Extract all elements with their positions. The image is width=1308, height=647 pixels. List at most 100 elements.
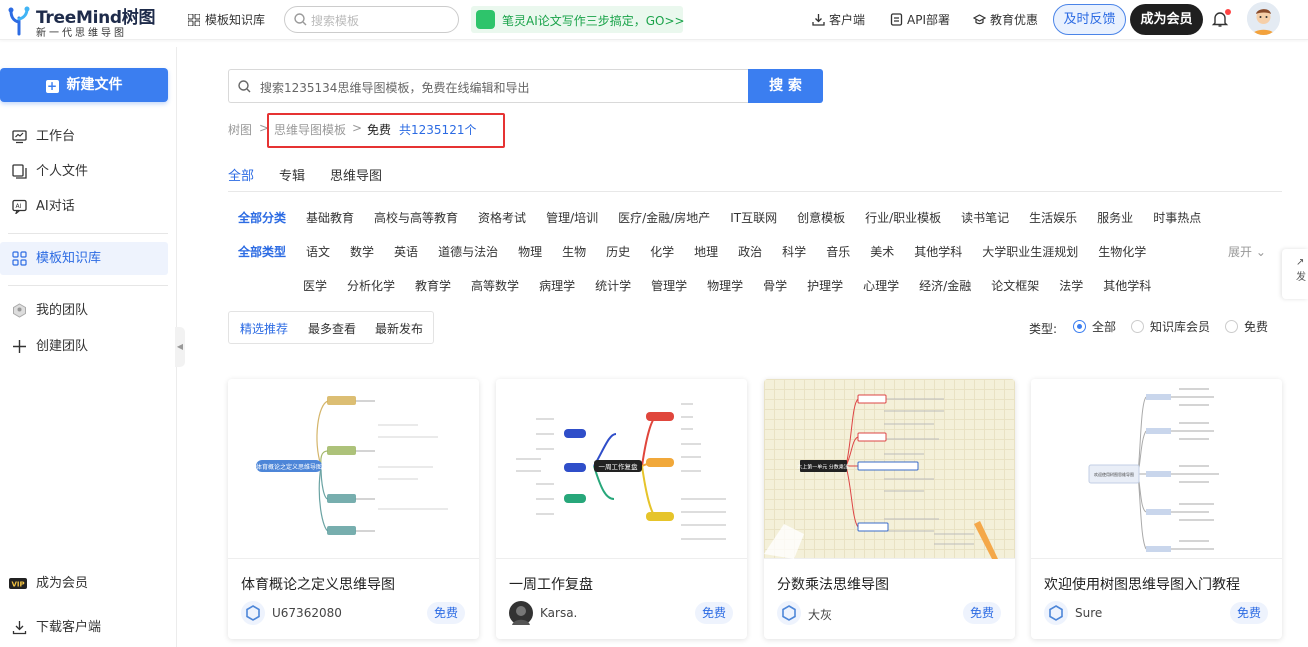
filter-type-item[interactable]: 生物	[562, 243, 586, 260]
filter-type-item[interactable]: 历史	[606, 243, 630, 260]
type-radio-all-label: 全部	[1092, 320, 1117, 334]
filter-type-item[interactable]: 医学	[303, 277, 327, 294]
sidebar-item-workbench[interactable]: 工作台	[0, 120, 168, 153]
filter-type-item[interactable]: 音乐	[826, 243, 850, 260]
client-link[interactable]: 客户端	[812, 11, 865, 28]
card-author[interactable]: U67362080	[272, 606, 342, 620]
breadcrumb-root[interactable]: 树图	[228, 121, 252, 138]
team-icon	[13, 303, 26, 318]
filter-type-item[interactable]: 论文框架	[991, 277, 1039, 294]
notification-bell-icon[interactable]	[1211, 9, 1231, 28]
filter-category-item[interactable]: 读书笔记	[961, 209, 1009, 226]
sort-featured[interactable]: 精选推荐	[240, 320, 288, 337]
template-card[interactable]: 一周工作复盘 一周工作复盘 Karsa. 免费	[496, 379, 747, 639]
become-vip-button[interactable]: 成为会员	[1130, 4, 1203, 35]
filter-type-item[interactable]: 地理	[694, 243, 718, 260]
filter-type-item[interactable]: 英语	[394, 243, 418, 260]
files-icon	[12, 164, 27, 179]
nav-template-library[interactable]: 模板知识库	[188, 11, 265, 28]
tab-albums[interactable]: 专辑	[279, 165, 305, 184]
thumb-center-text: 体育概论之定义思维导图	[256, 463, 322, 471]
search-button[interactable]: 搜 索	[748, 69, 823, 103]
search-icon	[238, 80, 251, 93]
filter-type-item[interactable]: 骨学	[763, 277, 787, 294]
type-radio-free[interactable]: 免费	[1225, 318, 1268, 335]
card-title[interactable]: 分数乘法思维导图	[777, 574, 889, 594]
filter-type-item[interactable]: 管理学	[651, 277, 687, 294]
filter-type-item[interactable]: 物理学	[707, 277, 743, 294]
filter-type-item[interactable]: 分析化学	[347, 277, 395, 294]
filter-type-item[interactable]: 数学	[350, 243, 374, 260]
template-card[interactable]: 欢迎使用树图思维导图 欢迎使用树图思维导图入门教程 Sure 免费	[1031, 379, 1282, 639]
filter-type-item[interactable]: 高等数学	[471, 277, 519, 294]
feedback-button[interactable]: 及时反馈	[1053, 4, 1126, 35]
floating-publish-tab[interactable]: ↗ 发	[1282, 249, 1308, 299]
sidebar-item-ai-chat[interactable]: AI AI对话	[0, 190, 168, 223]
filter-category-item[interactable]: IT互联网	[730, 209, 777, 226]
filter-type-item[interactable]: 病理学	[539, 277, 575, 294]
new-file-button[interactable]: + 新建文件	[0, 68, 168, 102]
sort-most-viewed[interactable]: 最多查看	[308, 320, 356, 337]
tab-all[interactable]: 全部	[228, 165, 254, 184]
treemind-logo[interactable]: TreeMind树图 新一代思维导图	[8, 2, 158, 39]
filter-type-item[interactable]: 道德与法治	[438, 243, 498, 260]
filter-type-item[interactable]: 法学	[1059, 277, 1083, 294]
filter-type-item[interactable]: 科学	[782, 243, 806, 260]
filter-type-item-all[interactable]: 全部类型	[238, 243, 286, 260]
filter-category-item-all[interactable]: 全部分类	[238, 209, 286, 226]
card-title[interactable]: 欢迎使用树图思维导图入门教程	[1044, 574, 1240, 594]
card-title[interactable]: 体育概论之定义思维导图	[241, 574, 395, 594]
edu-link[interactable]: 教育优惠	[973, 11, 1038, 28]
tab-mindmaps[interactable]: 思维导图	[330, 165, 382, 184]
filter-type-item[interactable]: 其他学科	[1103, 277, 1151, 294]
type-radio-all[interactable]: 全部	[1073, 318, 1116, 335]
filter-category-item[interactable]: 基础教育	[306, 209, 354, 226]
filter-category-item[interactable]: 时事热点	[1153, 209, 1201, 226]
sidebar-item-create-team[interactable]: 创建团队	[0, 330, 168, 363]
filter-type-item[interactable]: 美术	[870, 243, 894, 260]
header-search-placeholder: 搜索模板	[311, 14, 360, 28]
filter-type-item[interactable]: 大学职业生涯规划	[982, 243, 1078, 260]
card-author[interactable]: Karsa.	[540, 606, 577, 620]
sidebar-item-personal-files[interactable]: 个人文件	[0, 155, 168, 188]
filter-type-item[interactable]: 经济/金融	[919, 277, 971, 294]
filter-type-item[interactable]: 政治	[738, 243, 762, 260]
template-card[interactable]: 体育概论之定义思维导图 体育概论之定义思维导图 U67362080 免费	[228, 379, 479, 639]
filter-type-item[interactable]: 语文	[306, 243, 330, 260]
card-title[interactable]: 一周工作复盘	[509, 574, 593, 594]
type-radio-member[interactable]: 知识库会员	[1131, 318, 1210, 335]
sidebar-item-template-library[interactable]: 模板知识库	[0, 242, 168, 275]
filter-category-item[interactable]: 服务业	[1097, 209, 1133, 226]
filter-type-item[interactable]: 教育学	[415, 277, 451, 294]
header-search-input[interactable]: 搜索模板	[284, 6, 459, 33]
filter-category-item[interactable]: 高校与高等教育	[374, 209, 458, 226]
expand-filters-button[interactable]: 展开 ⌄	[1228, 243, 1266, 260]
filter-type-item[interactable]: 物理	[518, 243, 542, 260]
user-avatar[interactable]	[1247, 2, 1280, 35]
filter-category-item[interactable]: 创意模板	[797, 209, 845, 226]
filter-type-item[interactable]: 化学	[650, 243, 674, 260]
filter-category-item[interactable]: 资格考试	[478, 209, 526, 226]
api-link[interactable]: API部署	[890, 11, 950, 28]
type-filter-row: 全部类型 语文 数学 英语 道德与法治 物理 生物 历史 化学 地理 政治 科学 音乐 美术 其他学科 大学职…	[238, 243, 1166, 260]
filter-type-item[interactable]: 其他学科	[914, 243, 962, 260]
template-search-input[interactable]: 搜索1235134思维导图模板，免费在线编辑和导出	[228, 69, 748, 103]
filter-type-item[interactable]: 生物化学	[1098, 243, 1146, 260]
filter-type-item[interactable]: 统计学	[595, 277, 631, 294]
sidebar-item-my-team[interactable]: 我的团队	[0, 294, 168, 327]
filter-category-item[interactable]: 生活娱乐	[1029, 209, 1077, 226]
card-author[interactable]: 大灰	[808, 606, 832, 623]
sort-newest[interactable]: 最新发布	[375, 320, 423, 337]
sidebar-collapse-handle[interactable]: ◀	[175, 327, 185, 367]
promo-banner[interactable]: 笔灵AI论文写作三步搞定，GO>>	[471, 6, 685, 33]
filter-category-item[interactable]: 医疗/金融/房地产	[618, 209, 710, 226]
filter-category-item[interactable]: 行业/职业模板	[865, 209, 941, 226]
filter-type-item[interactable]: 护理学	[807, 277, 843, 294]
filter-type-item[interactable]: 心理学	[863, 277, 899, 294]
sidebar-download-client[interactable]: 下载客户端	[0, 611, 168, 644]
template-card[interactable]: 六上第一单元 分数乘法 分数乘法思维导图 大灰 免费	[764, 379, 1015, 639]
sidebar-become-vip[interactable]: VIP 成为会员	[0, 567, 168, 600]
filter-category-item[interactable]: 管理/培训	[546, 209, 598, 226]
card-author[interactable]: Sure	[1075, 606, 1102, 620]
free-badge: 免费	[963, 602, 1001, 624]
